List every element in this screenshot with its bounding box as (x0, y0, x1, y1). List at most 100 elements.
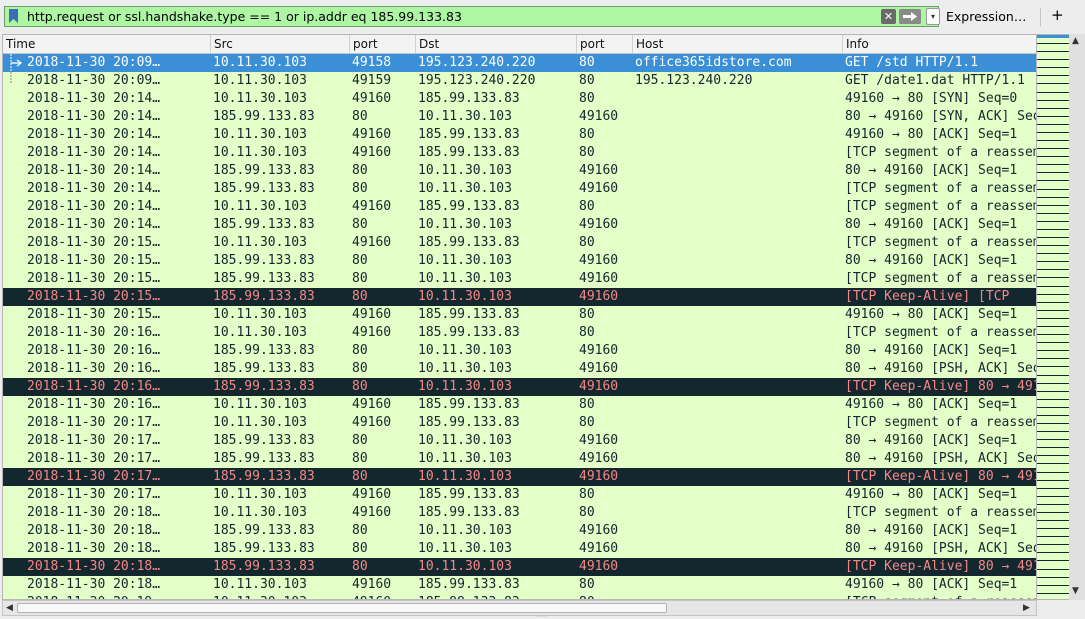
packet-row[interactable]: 2018-11-30 20:14… 10.11.30.103 49160 185.99… (3, 144, 1036, 162)
cell-src: 185.99.133.83 (213, 253, 315, 268)
packet-row-selected[interactable]: 2018-11-30 20:09… 10.11.30.103 49158 195.12… (3, 54, 1036, 72)
packet-row[interactable]: 2018-11-30 20:18… 10.11.30.103 49160 185.99… (3, 504, 1036, 522)
packet-row[interactable]: 2018-11-30 20:17… 185.99.133.83 80 10.11.30… (3, 450, 1036, 468)
cell-host (633, 576, 843, 594)
column-header-time[interactable]: Time (3, 35, 211, 53)
packet-row[interactable]: 2018-11-30 20:17… 185.99.133.83 80 10.11.30… (3, 432, 1036, 450)
cell-dst-port: 80 (579, 307, 595, 322)
packet-row[interactable]: 2018-11-30 20:16… 185.99.133.83 80 10.11.30… (3, 378, 1036, 396)
cell-time: 2018-11-30 20:14… (27, 109, 161, 124)
cell-info: 80 → 49160 [ACK] Seq=1 (845, 433, 1018, 448)
cell-dst-port: 80 (579, 73, 595, 88)
add-filter-button[interactable]: + (1051, 6, 1064, 24)
cell-time: 2018-11-30 20:14… (27, 217, 161, 232)
display-filter-input[interactable]: http.request or ssl.handshake.type == 1 … (4, 6, 940, 27)
minimap-line (1037, 358, 1069, 359)
scroll-left-icon[interactable]: ◀ (6, 601, 13, 615)
cell-dst: 185.99.133.83 (418, 415, 520, 430)
horizontal-scrollbar[interactable]: ◀ ▶ (2, 600, 1037, 616)
cell-info: 80 → 49160 [ACK] Seq=1 (845, 163, 1018, 178)
cell-src-port: 80 (352, 469, 368, 484)
packet-row[interactable]: 2018-11-30 20:14… 185.99.133.83 80 10.11.30… (3, 180, 1036, 198)
packet-row[interactable]: 2018-11-30 20:18… 185.99.133.83 80 10.11.30… (3, 540, 1036, 558)
cell-src-port: 80 (352, 163, 368, 178)
packet-list[interactable]: Time Src port Dst port Host Info 2018-11… (2, 34, 1037, 600)
cell-host (633, 396, 843, 414)
packet-row[interactable]: 2018-11-30 20:15… 185.99.133.83 80 10.11.30… (3, 270, 1036, 288)
packet-list-header: Time Src port Dst port Host Info (3, 35, 1036, 54)
cell-info: [TCP segment of a reassembled PDU] (845, 271, 1036, 286)
minimap-line (1037, 560, 1069, 561)
scroll-up-icon[interactable]: ▲ (1072, 36, 1079, 46)
cell-src-port: 49160 (352, 577, 392, 592)
clear-filter-icon[interactable]: ✕ (881, 9, 896, 24)
minimap-line (1037, 269, 1069, 270)
cell-info: 80 → 49160 [ACK] Seq=1 (845, 253, 1018, 268)
packet-row[interactable]: 2018-11-30 20:15… 185.99.133.83 80 10.11.30… (3, 252, 1036, 270)
column-header-info[interactable]: Info (843, 35, 1036, 53)
vertical-scrollbar[interactable]: ▲ ▼ (1069, 34, 1085, 600)
packet-row[interactable]: 2018-11-30 20:15… 185.99.133.83 80 10.11.30… (3, 288, 1036, 306)
packet-row[interactable]: 2018-11-30 20:15… 10.11.30.103 49160 185.99… (3, 306, 1036, 324)
apply-filter-icon[interactable] (899, 9, 921, 24)
cell-host (633, 432, 843, 450)
horizontal-scroll-thumb[interactable] (17, 603, 667, 613)
minimap-line (1037, 334, 1069, 335)
minimap-line (1037, 496, 1069, 497)
packet-row[interactable]: 2018-11-30 20:16… 10.11.30.103 49160 185.99… (3, 396, 1036, 414)
cell-src-port: 49160 (352, 415, 392, 430)
cell-time: 2018-11-30 20:14… (27, 163, 161, 178)
packet-row[interactable]: 2018-11-30 20:09… 10.11.30.103 49159 195.12… (3, 72, 1036, 90)
packet-row[interactable]: 2018-11-30 20:14… 10.11.30.103 49160 185.99… (3, 90, 1036, 108)
minimap-line (1037, 205, 1069, 206)
packet-row[interactable]: 2018-11-30 20:14… 10.11.30.103 49160 185.99… (3, 198, 1036, 216)
packet-row[interactable]: 2018-11-30 20:14… 10.11.30.103 49160 185.99… (3, 126, 1036, 144)
packet-row[interactable]: 2018-11-30 20:18… 185.99.133.83 80 10.11.30… (3, 558, 1036, 576)
minimap-line (1037, 189, 1069, 190)
scroll-right-icon[interactable]: ▶ (1023, 601, 1030, 615)
cell-dst-port: 49160 (579, 271, 619, 286)
cell-info: 80 → 49160 [PSH, ACK] Seq=1 (845, 541, 1036, 556)
cell-time: 2018-11-30 20:17… (27, 451, 161, 466)
cell-dst-port: 49160 (579, 559, 619, 574)
packet-row[interactable]: 2018-11-30 20:18… 185.99.133.83 80 10.11.30… (3, 522, 1036, 540)
filter-text[interactable]: http.request or ssl.handshake.type == 1 … (27, 9, 462, 24)
cell-time: 2018-11-30 20:18… (27, 577, 161, 592)
packet-row[interactable]: 2018-11-30 20:15… 10.11.30.103 49160 185.99… (3, 234, 1036, 252)
column-header-dst-port[interactable]: port (577, 35, 633, 53)
packet-minimap[interactable] (1037, 34, 1069, 600)
cell-src-port: 49160 (352, 397, 392, 412)
packet-row[interactable]: 2018-11-30 20:16… 185.99.133.83 80 10.11.30… (3, 360, 1036, 378)
packet-row[interactable]: 2018-11-30 20:14… 185.99.133.83 80 10.11.30… (3, 216, 1036, 234)
column-header-dst[interactable]: Dst (416, 35, 577, 53)
packet-row[interactable]: 2018-11-30 20:14… 185.99.133.83 80 10.11.30… (3, 162, 1036, 180)
minimap-line (1037, 229, 1069, 230)
packet-row[interactable]: 2018-11-30 20:16… 185.99.133.83 80 10.11.30… (3, 342, 1036, 360)
cell-dst-port: 49160 (579, 289, 619, 304)
cell-src-port: 49160 (352, 199, 392, 214)
cell-info: 80 → 49160 [ACK] Seq=1 (845, 217, 1018, 232)
packet-row[interactable]: 2018-11-30 20:18… 10.11.30.103 49160 185.99… (3, 576, 1036, 594)
packet-row[interactable]: 2018-11-30 20:17… 185.99.133.83 80 10.11.30… (3, 468, 1036, 486)
column-header-src[interactable]: Src (211, 35, 350, 53)
bookmark-icon[interactable] (9, 9, 18, 23)
cell-host (633, 540, 843, 558)
column-header-src-port[interactable]: port (350, 35, 416, 53)
packet-row[interactable]: 2018-11-30 20:16… 10.11.30.103 49160 185.99… (3, 324, 1036, 342)
minimap-line (1037, 245, 1069, 246)
minimap-line (1037, 156, 1069, 157)
column-header-host[interactable]: Host (633, 35, 843, 53)
minimap-line (1037, 294, 1069, 295)
cell-src: 185.99.133.83 (213, 289, 315, 304)
minimap-line (1037, 552, 1069, 553)
filter-history-dropdown[interactable]: ▾ (926, 8, 940, 25)
cell-time: 2018-11-30 20:14… (27, 145, 161, 160)
expression-button[interactable]: Expression… (946, 9, 1026, 24)
cell-dst: 10.11.30.103 (418, 289, 512, 304)
packet-row[interactable]: 2018-11-30 20:17… 10.11.30.103 49160 185.99… (3, 486, 1036, 504)
scroll-down-icon[interactable]: ▼ (1072, 586, 1079, 596)
cell-time: 2018-11-30 20:16… (27, 361, 161, 376)
packet-row[interactable]: 2018-11-30 20:14… 185.99.133.83 80 10.11.30… (3, 108, 1036, 126)
packet-row[interactable]: 2018-11-30 20:17… 10.11.30.103 49160 185.99… (3, 414, 1036, 432)
cell-dst: 185.99.133.83 (418, 91, 520, 106)
